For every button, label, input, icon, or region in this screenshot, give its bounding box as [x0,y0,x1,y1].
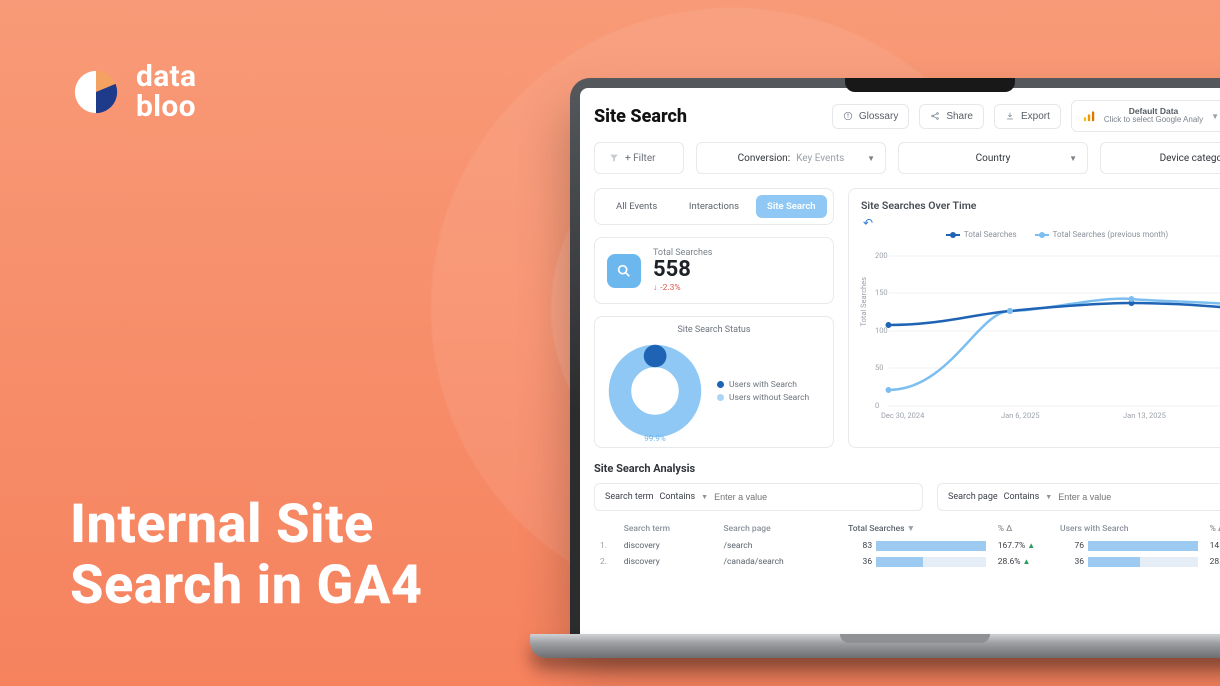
search-page-input[interactable] [1058,492,1220,502]
legend-users-with-search: Users with Search [717,380,809,390]
analysis-title: Site Search Analysis [594,462,1220,475]
ga-property-selector[interactable]: Default Data Click to select Google Anal… [1071,100,1220,132]
chart-title: Site Searches Over Time [861,199,1220,212]
metric-delta: ↓ -2.3% [653,282,712,293]
ytick: 0 [875,401,879,410]
export-label: Export [1021,111,1050,122]
share-icon [930,111,940,121]
country-filter[interactable]: Country ▼ [898,142,1088,174]
logo-text-line1: data [136,62,196,92]
chevron-down-icon: ▼ [867,154,875,163]
col-users[interactable]: Users with Search [1054,519,1204,538]
col-pct2[interactable]: % Δ [1204,519,1220,538]
tab-all-events[interactable]: All Events [601,195,672,218]
country-filter-label: Country [976,153,1011,164]
search-page-filter[interactable]: Search page Contains ▼ [937,483,1220,511]
chevron-down-icon: ▼ [1069,154,1077,163]
laptop-mockup: Site Search Glossary Share Export [570,78,1220,638]
ytick: 200 [875,251,888,260]
search-icon [607,254,641,288]
add-filter-button[interactable]: + Filter [594,142,684,174]
share-label: Share [946,111,973,122]
total-searches-card: Total Searches 558 ↓ -2.3% [594,237,834,304]
legend-series-2: Total Searches (previous month) [1035,230,1169,239]
conversion-filter-value: Key Events [796,153,844,164]
add-filter-label: + Filter [625,153,656,164]
ga-logo-icon [1082,109,1096,123]
y-axis-label: Total Searches [859,277,868,327]
export-button[interactable]: Export [994,104,1061,129]
donut-percent: 99.9% [605,434,705,443]
col-term[interactable]: Search term [618,519,718,538]
ga-line2: Click to select Google Analy [1104,115,1203,124]
donut-title: Site Search Status [605,325,823,335]
ytick: 150 [875,288,888,297]
line-chart: Total Searches [861,241,1220,421]
download-icon [1005,111,1015,121]
chevron-down-icon: ▼ [701,493,708,501]
chevron-down-icon: ▼ [1045,493,1052,501]
logo-text-line2: bloo [136,92,196,122]
filter-op: Contains [660,492,696,502]
table-row[interactable]: 1.discovery/search83167.7%▲76145.2%▲ [594,538,1220,554]
event-tabs: All Events Interactions Site Search [594,188,834,225]
headline: Internal Site Search in GA4 [70,495,423,616]
col-pct1[interactable]: % Δ [992,519,1054,538]
col-total[interactable]: Total Searches ▼ [842,519,992,538]
searches-over-time-card: Site Searches Over Time ↶ Total Searches… [848,188,1220,448]
glossary-button[interactable]: Glossary [832,104,909,129]
legend-users-without-search: Users without Search [717,393,809,403]
tab-site-search[interactable]: Site Search [756,195,827,218]
info-icon [843,111,853,121]
filter-op: Contains [1004,492,1040,502]
filter-label: Search term [605,492,654,502]
ytick: 50 [875,363,883,372]
share-button[interactable]: Share [919,104,984,129]
xtick: Dec 30, 2024 [881,411,924,420]
page-title: Site Search [594,106,687,127]
col-page[interactable]: Search page [717,519,842,538]
legend-series-1: Total Searches [946,230,1017,239]
site-search-status-card: Site Search Status 99.9% [594,316,834,448]
col-idx [594,519,618,538]
filter-label: Search page [948,492,998,502]
device-filter[interactable]: Device category ▼ [1100,142,1220,174]
metric-value: 558 [653,258,712,282]
metric-delta-value: -2.3% [660,283,680,293]
conversion-filter[interactable]: Conversion: Key Events ▼ [696,142,886,174]
glossary-label: Glossary [859,111,898,122]
headline-line1: Internal Site [70,495,423,555]
laptop-base [530,634,1220,658]
databloo-logo: data bloo [70,62,196,122]
conversion-filter-key: Conversion: [738,153,790,164]
device-filter-label: Device category [1160,153,1220,164]
table-row[interactable]: 2.discovery/canada/search3628.6%▲3628.6%… [594,554,1220,570]
laptop-notch [845,78,1015,92]
funnel-icon [609,153,619,163]
search-term-filter[interactable]: Search term Contains ▼ [594,483,923,511]
tab-interactions[interactable]: Interactions [678,195,749,218]
chevron-down-icon: ▼ [1211,112,1219,121]
arrow-down-icon: ↓ [653,282,657,293]
undo-icon[interactable]: ↶ [863,216,1220,230]
donut-chart: 99.9% [605,341,705,441]
search-term-input[interactable] [714,492,912,502]
analysis-table: Search term Search page Total Searches ▼… [594,519,1220,570]
headline-line2: Search in GA4 [70,556,423,616]
ytick: 100 [875,326,888,335]
xtick: Jan 13, 2025 [1123,411,1166,420]
xtick: Jan 6, 2025 [1001,411,1040,420]
